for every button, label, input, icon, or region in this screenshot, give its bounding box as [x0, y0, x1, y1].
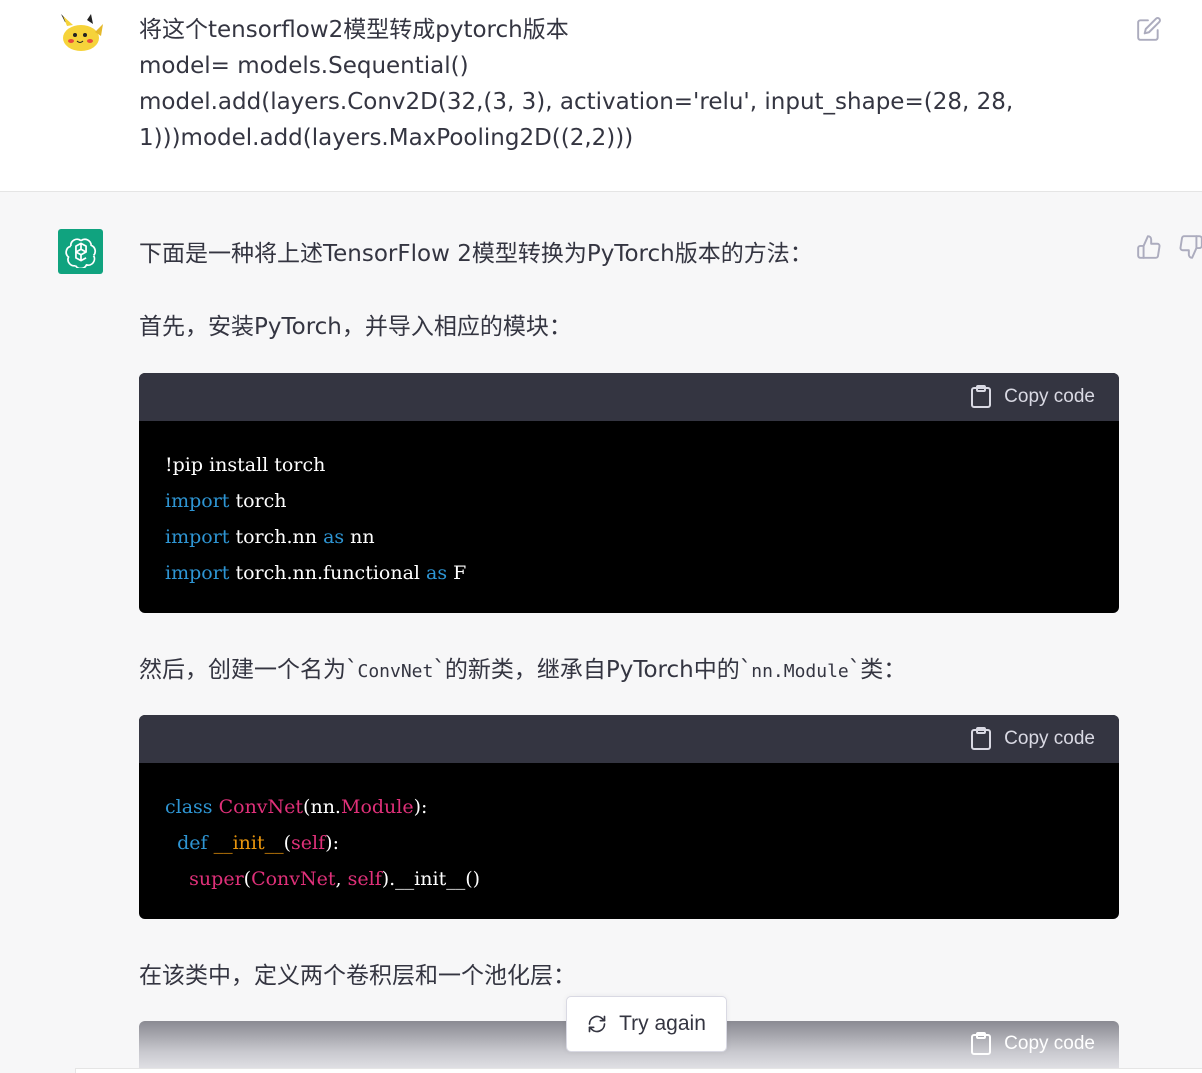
user-message-text: 将这个tensorflow2模型转成pytorch版本 model= model… — [139, 17, 1014, 151]
copy-code-button[interactable]: Copy code — [970, 726, 1095, 752]
code-token: as — [426, 562, 448, 584]
code-content: class ConvNet(nn.Module): def __init__(s… — [139, 763, 1119, 917]
refresh-icon — [588, 1015, 606, 1033]
copy-code-button[interactable]: Copy code — [970, 384, 1095, 410]
code-token: super — [189, 868, 244, 890]
copy-code-button[interactable]: Copy code — [970, 1031, 1095, 1057]
code-line: !pip install torch — [165, 447, 1093, 483]
response-paragraph: 然后，创建一个名为`ConvNet`的新类，继承自PyTorch中的`nn.Mo… — [139, 650, 906, 684]
code-line: def __init__(self): — [165, 825, 1093, 861]
copy-code-label: Copy code — [1004, 728, 1095, 749]
text-fragment: `的新类，继承自PyTorch中的` — [433, 657, 752, 683]
code-line: import torch.nn as nn — [165, 519, 1093, 555]
try-again-label: Try again — [619, 1012, 706, 1035]
inline-code: ConvNet — [357, 661, 434, 682]
code-token: self — [347, 868, 382, 890]
thumbs-up-icon[interactable] — [1136, 234, 1162, 260]
code-line: import torch — [165, 483, 1093, 519]
code-token: import — [165, 490, 230, 512]
response-paragraph: 首先，安装PyTorch，并导入相应的模块： — [139, 314, 572, 340]
code-token: ConvNet — [251, 868, 336, 890]
code-token: as — [323, 526, 345, 548]
clipboard-icon — [971, 385, 992, 408]
code-token: ): — [325, 832, 339, 854]
text-fragment: `类： — [848, 657, 907, 683]
code-line: super(ConvNet, self).__init__() — [165, 861, 1093, 897]
text-fragment: 然后，创建一个名为` — [139, 657, 358, 683]
code-token: nn — [344, 526, 375, 548]
code-token: torch — [229, 490, 287, 512]
code-token: F — [447, 562, 467, 584]
code-token: ( — [243, 868, 252, 890]
code-token: , — [335, 868, 348, 890]
edit-icon[interactable] — [1136, 16, 1162, 42]
code-token: import — [165, 526, 230, 548]
inline-code: nn.Module — [751, 661, 849, 682]
input-area-edge — [75, 1068, 1202, 1073]
code-content: !pip install torch import torch import tor… — [139, 421, 1119, 611]
code-token: ConvNet — [218, 796, 304, 818]
response-paragraph: 下面是一种将上述TensorFlow 2模型转换为PyTorch版本的方法： — [139, 241, 813, 267]
code-token: __init__ — [213, 832, 284, 854]
code-token: Module — [340, 796, 414, 818]
thumbs-down-icon[interactable] — [1178, 234, 1202, 260]
user-message: 将这个tensorflow2模型转成pytorch版本 model= model… — [0, 0, 1202, 192]
code-token: import — [165, 562, 230, 584]
code-header: Copy code — [139, 715, 1119, 763]
try-again-button[interactable]: Try again — [566, 996, 727, 1052]
code-token: def — [177, 832, 208, 854]
code-block: Copy code !pip install torch import torch… — [139, 373, 1119, 613]
code-token: torch.nn — [229, 526, 324, 548]
code-token: class — [165, 796, 213, 818]
code-token: ).__init__() — [381, 868, 481, 890]
code-line: import torch.nn.functional as F — [165, 555, 1093, 591]
code-token: self — [291, 832, 326, 854]
copy-code-label: Copy code — [1004, 1033, 1095, 1054]
code-line: class ConvNet(nn.Module): — [165, 789, 1093, 825]
code-token: (nn. — [303, 796, 341, 818]
copy-code-label: Copy code — [1004, 386, 1095, 407]
pikachu-avatar-icon — [57, 14, 103, 54]
clipboard-icon — [971, 727, 992, 750]
code-token: torch.nn.functional — [229, 562, 427, 584]
clipboard-icon — [971, 1032, 992, 1055]
code-block: Copy code class ConvNet(nn.Module): def … — [139, 715, 1119, 919]
openai-logo-icon — [58, 229, 103, 274]
code-header: Copy code — [139, 373, 1119, 421]
code-token: !pip install torch — [165, 454, 326, 476]
code-token: ( — [283, 832, 292, 854]
code-token: ): — [413, 796, 428, 818]
response-paragraph: 在该类中，定义两个卷积层和一个池化层： — [139, 963, 576, 989]
